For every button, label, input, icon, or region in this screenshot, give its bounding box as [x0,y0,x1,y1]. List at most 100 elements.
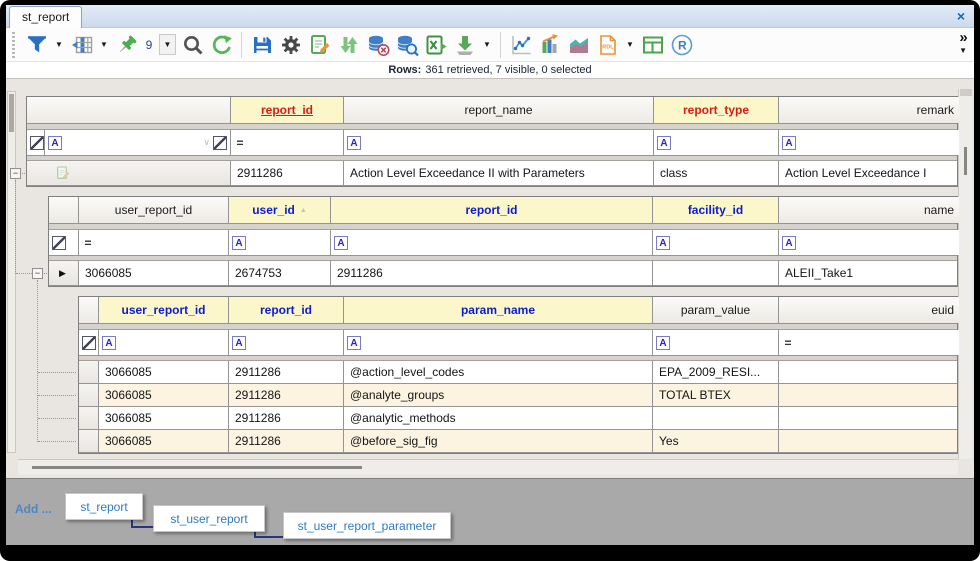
tab-st-report[interactable]: st_report [9,6,83,28]
filter-input[interactable] [97,230,225,255]
table-node-st-user-report[interactable]: st_user_report [153,505,265,532]
filter-input[interactable] [674,130,775,155]
text-filter-icon[interactable]: A [102,335,116,350]
text-filter-icon[interactable]: A [657,135,671,150]
table-row[interactable]: 2911286 Action Level Exceedance II with … [27,161,957,186]
cell-report-type[interactable]: class [654,161,779,185]
cell-report-id[interactable]: 2911286 [231,161,344,185]
bar-chart-button[interactable] [536,31,563,58]
freeze-dropdown-caret[interactable]: ▼ [97,31,111,58]
filter-input[interactable] [119,330,225,355]
cell-remark[interactable]: Action Level Exceedance I [779,161,959,185]
table-row[interactable]: 3066085 2911286 @analytic_methods [79,407,957,430]
column-header-euid[interactable]: euid [779,297,959,323]
text-filter-icon[interactable]: A [334,235,348,250]
cell-report-name[interactable]: Action Level Exceedance II with Paramete… [344,161,654,185]
collapse-toggle-st-user-report[interactable]: − [32,268,43,279]
filter-cell-param-value[interactable]: A [653,330,779,355]
pin-button[interactable] [113,31,140,58]
column-header-param-name[interactable]: param_name [344,297,653,323]
numeric-filter-icon[interactable]: = [234,136,246,150]
cell-report-id[interactable]: 2911286 [229,361,344,383]
column-header-user-id[interactable]: user_id ▲ [229,197,331,223]
column-header-report-name[interactable]: report_name [344,97,654,123]
left-scrollbar-thumb[interactable] [9,94,14,132]
text-filter-icon[interactable]: A [347,135,361,150]
column-header-param-value[interactable]: param_value [653,297,779,323]
filter-cell-user-report-id[interactable]: A [99,330,229,355]
cell-user-report-id[interactable]: 3066085 [79,261,229,285]
clear-filter-icon[interactable] [213,135,227,150]
table-row[interactable]: 3066085 2911286 @before_sig_fig Yes [79,430,957,453]
pin-count-dropdown[interactable]: ▼ [159,34,176,55]
text-filter-icon[interactable]: A [48,135,62,150]
filter-button[interactable] [23,31,50,58]
filter-cell-report-name[interactable]: A [344,130,654,155]
text-filter-icon[interactable]: A [782,135,796,150]
cell-user-report-id[interactable]: 3066085 [99,430,229,452]
cell-name[interactable]: ALEII_Take1 [779,261,959,285]
cell-euid[interactable] [779,430,959,452]
text-filter-icon[interactable]: A [656,235,670,250]
table-node-st-user-report-parameter[interactable]: st_user_report_parameter [283,512,451,539]
text-filter-icon[interactable]: A [232,235,246,250]
filter-input[interactable] [364,130,650,155]
filter-input[interactable] [249,330,340,355]
download-dropdown-caret[interactable]: ▼ [480,31,494,58]
cell-param-value[interactable]: Yes [653,430,779,452]
filter-cell-remark[interactable]: A [779,130,959,155]
cell-report-id[interactable]: 2911286 [229,407,344,429]
toolbar-overflow-button[interactable]: » ▼ [959,30,968,57]
clear-filter-icon[interactable] [30,135,44,150]
refresh-button[interactable] [208,31,235,58]
vertical-scrollbar[interactable] [958,89,972,459]
cell-user-report-id[interactable]: 3066085 [99,361,229,383]
filter-cell-report-type[interactable]: A [654,130,779,155]
table-row[interactable]: ▶ 3066085 2674753 2911286 ALEII_Take1 [49,261,957,286]
filter-cell-report-id[interactable]: = [231,130,344,155]
db-find-button[interactable] [393,31,420,58]
row-header-cell[interactable] [79,361,99,383]
column-header-facility-id[interactable]: facility_id [653,197,779,223]
table-row[interactable]: 3066085 2911286 @action_level_codes EPA_… [79,361,957,384]
save-button[interactable] [248,31,275,58]
filter-cell-user-id[interactable]: A [229,230,331,255]
filter-input[interactable] [364,330,649,355]
filter-cell-user-report-id[interactable]: = [79,230,229,255]
rdl-report-button[interactable]: RDL [594,31,621,58]
row-header-cell[interactable] [79,430,99,452]
text-filter-icon[interactable]: A [347,335,361,350]
filter-cell-report-id[interactable]: A [331,230,653,255]
area-chart-button[interactable] [565,31,592,58]
cell-param-name[interactable]: @before_sig_fig [344,430,653,452]
cell-report-id[interactable]: 2911286 [229,384,344,406]
edit-form-button[interactable] [306,31,333,58]
clear-filter-icon[interactable] [82,335,96,350]
chevron-down-icon[interactable]: ∨ [203,137,210,148]
cell-param-value[interactable]: TOTAL BTEX [653,384,779,406]
column-header-name[interactable]: name [779,197,959,223]
filter-cell-report-id[interactable]: A [229,330,344,355]
filter-dropdown-caret[interactable]: ▼ [52,31,66,58]
numeric-filter-icon[interactable]: = [82,236,94,250]
cell-param-value[interactable]: EPA_2009_RESI... [653,361,779,383]
table-layout-button[interactable] [639,31,666,58]
column-header-report-id[interactable]: report_id [231,97,344,123]
cell-report-id[interactable]: 2911286 [229,430,344,452]
row-header-cell[interactable] [79,384,99,406]
cell-facility-id[interactable] [653,261,779,285]
r-script-button[interactable]: R [668,31,695,58]
cell-report-id[interactable]: 2911286 [331,261,653,285]
cell-param-name[interactable]: @action_level_codes [344,361,653,383]
row-header-cell[interactable] [79,407,99,429]
db-delete-button[interactable] [364,31,391,58]
filter-cell-euid[interactable]: = [779,330,959,355]
cell-euid[interactable] [779,384,959,406]
clear-filter-icon[interactable] [52,235,66,250]
filter-cell-param-name[interactable]: A [344,330,653,355]
cell-user-report-id[interactable]: 3066085 [99,384,229,406]
filter-input[interactable] [351,230,649,255]
download-button[interactable] [451,31,478,58]
add-table-link[interactable]: Add ... [15,502,52,516]
table-row[interactable]: 3066085 2911286 @analyte_groups TOTAL BT… [79,384,957,407]
